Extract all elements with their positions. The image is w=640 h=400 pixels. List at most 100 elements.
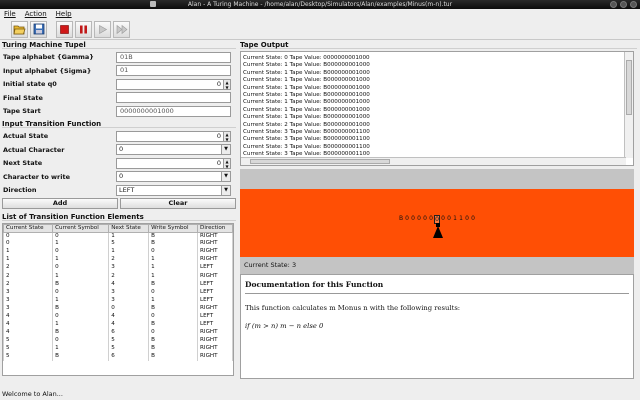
tape-output-line: Current State: 1 Tape Value: B0000000010… — [243, 92, 370, 99]
scroll-thumb[interactable] — [250, 159, 390, 164]
next-state-input[interactable]: 0 — [116, 157, 224, 169]
close-button[interactable] — [630, 1, 637, 8]
table-cell: 6 — [108, 328, 150, 337]
scroll-thumb[interactable] — [626, 60, 632, 115]
table-row[interactable]: 3 B 0 B RIGHT — [3, 304, 233, 313]
table-cell: LEFT — [197, 264, 233, 273]
tape-output-title: Tape Output — [240, 41, 637, 49]
table-header-cell[interactable]: Next State — [108, 223, 150, 233]
save-button[interactable] — [30, 20, 47, 38]
table-cell: 1 — [52, 272, 110, 281]
table-header-cell[interactable]: Current Symbol — [52, 223, 110, 233]
tape-output-line: Current State: 1 Tape Value: B0000000010… — [243, 106, 370, 113]
direction-select[interactable]: LEFT ▼ — [116, 184, 231, 196]
menu-help[interactable]: Help — [56, 9, 72, 19]
table-header-cell[interactable]: Direction — [197, 223, 233, 233]
table-cell: LEFT — [197, 312, 233, 321]
table-row[interactable]: 5 1 5 B RIGHT — [3, 344, 233, 353]
table-row[interactable]: 5 B 6 B RIGHT — [3, 352, 233, 361]
table-cell: B — [148, 304, 199, 313]
chevron-down-icon[interactable]: ▼ — [221, 172, 230, 181]
actual-state-input[interactable]: 0 — [116, 130, 224, 142]
table-cell: 5 — [3, 352, 54, 361]
spinner-arrows-icon[interactable]: ▲ ▼ — [224, 157, 231, 169]
char-write-label: Character to write — [3, 172, 71, 181]
table-cell: 4 — [108, 312, 150, 321]
table-cell: 4 — [108, 320, 150, 329]
menu-action[interactable]: Action — [25, 9, 47, 19]
input-alphabet-input[interactable]: 01 — [116, 65, 231, 76]
tape-output-line: Current State: 3 Tape Value: B0000000011… — [243, 136, 370, 143]
table-row[interactable]: 2 1 2 1 RIGHT — [3, 272, 233, 281]
initial-state-spinner[interactable]: 0 ▲ ▼ — [116, 78, 231, 90]
table-cell: 3 — [108, 288, 150, 297]
chevron-down-icon[interactable]: ▼ — [221, 145, 230, 154]
table-cell: 1 — [108, 248, 150, 257]
play-button[interactable] — [94, 20, 111, 38]
table-row[interactable]: 2 B 4 B LEFT — [3, 280, 233, 289]
chevron-down-icon[interactable]: ▼ — [221, 185, 230, 195]
spinner-arrows-icon[interactable]: ▲ ▼ — [224, 78, 231, 90]
vertical-scrollbar[interactable] — [624, 52, 633, 158]
spinner-arrows-icon[interactable]: ▲ ▼ — [224, 130, 231, 142]
next-state-label: Next State — [3, 159, 43, 167]
table-row[interactable]: 4 1 4 B LEFT — [3, 320, 233, 329]
tape-start-input[interactable]: 0000000001000 — [116, 105, 231, 117]
table-row[interactable]: 3 0 3 0 LEFT — [3, 288, 233, 297]
table-row[interactable]: 0 1 5 B RIGHT — [3, 240, 233, 249]
table-row[interactable]: 2 0 3 1 LEFT — [3, 264, 233, 273]
add-button[interactable]: Add — [2, 197, 118, 209]
minimize-button[interactable] — [610, 1, 617, 8]
initial-state-input[interactable]: 0 — [116, 78, 224, 90]
table-cell: RIGHT — [197, 272, 233, 281]
table-cell: RIGHT — [197, 240, 233, 249]
table-cell: B — [52, 328, 110, 337]
save-icon — [33, 23, 44, 35]
table-cell: RIGHT — [197, 304, 233, 313]
pause-icon — [80, 25, 87, 33]
clear-button[interactable]: Clear — [120, 197, 236, 209]
table-cell: 0 — [52, 336, 110, 345]
table-cell: B — [148, 320, 199, 329]
pause-button[interactable] — [75, 20, 92, 38]
tape-start-label: Tape Start — [3, 107, 41, 115]
table-row[interactable]: 4 B 6 0 RIGHT — [3, 328, 233, 337]
open-button[interactable] — [11, 20, 28, 38]
table-cell: 3 — [3, 304, 54, 313]
table-row[interactable]: 3 1 3 1 LEFT — [3, 296, 233, 305]
actual-state-row: Actual State 0 ▲ ▼ — [2, 130, 236, 142]
table-cell: 3 — [3, 296, 54, 305]
table-cell: 1 — [148, 256, 199, 265]
table-cell: RIGHT — [197, 328, 233, 337]
tape-alphabet-input[interactable]: 01B — [116, 51, 231, 63]
stop-button[interactable] — [56, 20, 73, 38]
tape-output-area[interactable]: Current State: 0 Tape Value: 00000000010… — [240, 51, 634, 166]
table-row[interactable]: 5 0 5 B RIGHT — [3, 336, 233, 345]
input-alphabet-label: Input alphabet {Sigma} — [3, 66, 92, 75]
window-title: Alan - A Turing Machine - /home/alan/Des… — [187, 1, 453, 8]
table-cell: 0 — [52, 264, 110, 273]
table-row[interactable]: 4 0 4 0 LEFT — [3, 312, 233, 321]
table-row[interactable]: 1 1 2 1 RIGHT — [3, 256, 233, 265]
char-write-select[interactable]: 0 ▼ — [116, 171, 231, 182]
table-header-cell[interactable]: Current State — [3, 223, 54, 233]
step-forward-button[interactable] — [113, 20, 130, 38]
table-row[interactable]: 0 0 1 B RIGHT — [3, 232, 233, 241]
table-cell: 1 — [148, 296, 199, 305]
table-row[interactable]: 1 0 1 0 RIGHT — [3, 248, 233, 257]
current-state-label: Current State: 3 — [240, 257, 634, 274]
actual-char-row: Actual Character 0 ▼ — [2, 144, 236, 156]
menu-file[interactable]: File — [4, 9, 16, 19]
actual-state-spinner[interactable]: 0 ▲ ▼ — [116, 130, 231, 142]
table-header-cell[interactable]: Write Symbol — [148, 223, 199, 233]
actual-char-select[interactable]: 0 ▼ — [116, 144, 231, 155]
transition-table-container: Current State Current Symbol Next State Wri… — [2, 222, 234, 376]
actual-char-label: Actual Character — [3, 145, 65, 154]
horizontal-scrollbar[interactable] — [241, 157, 626, 165]
table-cell: 0 — [108, 304, 150, 313]
documentation-heading: Documentation for this Function — [245, 280, 629, 294]
next-state-spinner[interactable]: 0 ▲ ▼ — [116, 157, 231, 169]
play-icon — [99, 24, 108, 34]
final-state-input[interactable] — [116, 92, 231, 103]
maximize-button[interactable] — [620, 1, 627, 8]
